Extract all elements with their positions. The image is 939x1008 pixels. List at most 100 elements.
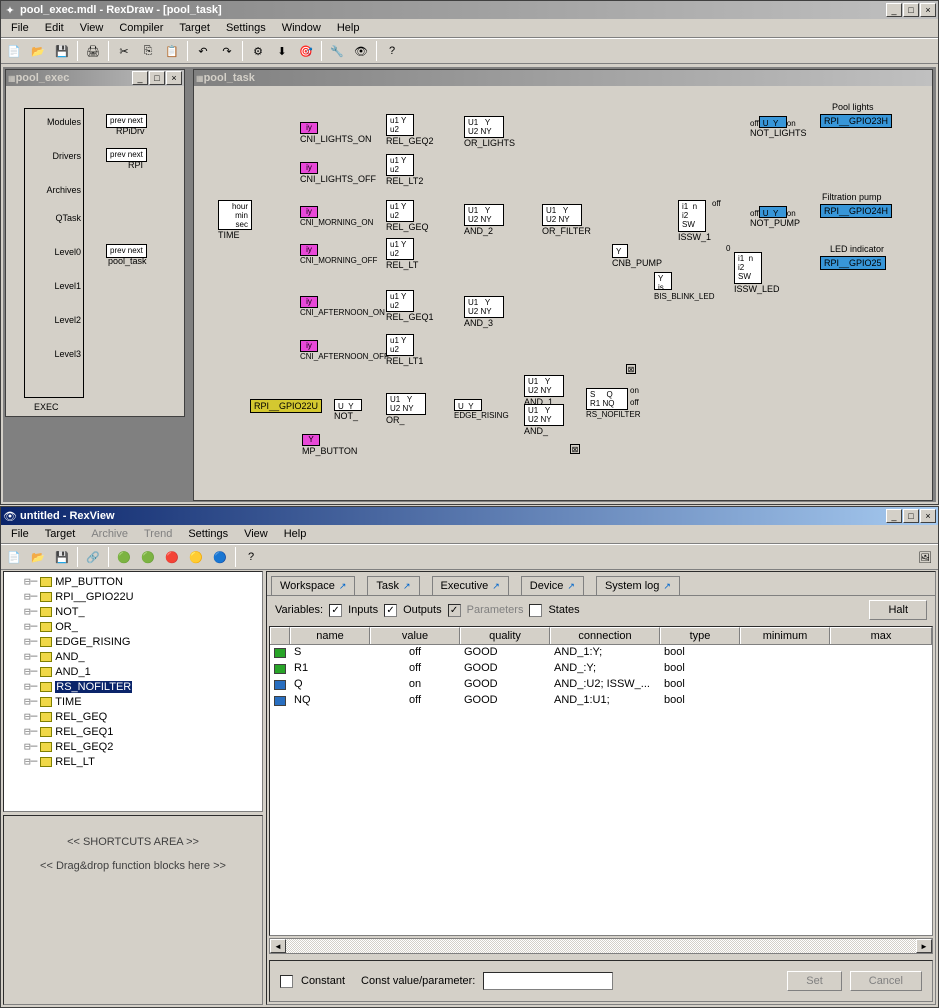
close-button[interactable]: × [920,509,936,523]
print-icon[interactable]: 🖨 [82,40,104,62]
rpi-gpio24h[interactable]: RPI__GPIO24H [820,206,892,216]
target-icon[interactable]: 🎯 [295,40,317,62]
minimize-button[interactable]: _ [886,509,902,523]
tree-item[interactable]: ⊟─OR_ [6,619,260,634]
rel-block[interactable]: u1 Yu2 [386,154,414,176]
tree-item[interactable]: ⊟─REL_GEQ [6,709,260,724]
col-value[interactable]: value [370,627,460,644]
pool-task-titlebar[interactable]: ▦ pool_task [194,70,932,86]
col-quality[interactable]: quality [460,627,550,644]
and-block[interactable]: U1 YU2 NY [464,204,504,226]
rel-block[interactable]: u1 Yu2 [386,238,414,260]
const-value-input[interactable] [483,972,613,990]
table-row[interactable]: SoffGOODAND_1:Y;bool [270,645,932,661]
table-row[interactable]: R1offGOODAND_:Y;bool [270,661,932,677]
menu-settings[interactable]: Settings [218,20,274,36]
target3-icon[interactable]: 🔴 [161,546,183,568]
tree-item[interactable]: ⊟─REL_LT [6,754,260,769]
minimize-button[interactable]: _ [886,3,902,17]
rpi-gpio25[interactable]: RPI__GPIO25 [820,258,886,268]
copy-icon[interactable]: ⎘ [137,40,159,62]
menu-trend[interactable]: Trend [136,526,180,542]
col-connection[interactable]: connection [550,627,660,644]
target4-icon[interactable]: 🟡 [185,546,207,568]
tab-device[interactable]: Device↗ [521,576,584,595]
outputs-checkbox[interactable] [384,604,397,617]
variable-grid[interactable]: name value quality connection type minim… [269,626,933,936]
new-icon[interactable]: 📄 [3,546,25,568]
rel-block[interactable]: u1 Yu2 [386,290,414,312]
and-block[interactable]: U1 YU2 NY [524,375,564,397]
new-icon[interactable]: 📄 [3,40,25,62]
tab-executive[interactable]: Executive↗ [432,576,509,595]
or-block[interactable]: U1 YU2 NY [464,116,504,138]
tree-item[interactable]: ⊟─AND_ [6,649,260,664]
scroll-left-icon[interactable]: ◄ [270,939,286,953]
tab-workspace[interactable]: Workspace↗ [271,576,355,595]
rel-block[interactable]: u1 Yu2 [386,334,414,356]
cni-block[interactable]: iy [300,244,318,256]
target2-icon[interactable]: 🟢 [137,546,159,568]
target5-icon[interactable]: 🔵 [209,546,231,568]
pool-task-window[interactable]: ▦ pool_task iyCNI_LIGHTS_ON iyCNI_LIGHTS… [193,69,933,501]
open-icon[interactable]: 📂 [27,40,49,62]
cancel-button[interactable]: Cancel [850,971,922,991]
cni-block[interactable]: iy [300,206,318,218]
pool-exec-titlebar[interactable]: ▦ pool_exec _ □ × [6,70,184,86]
close-button[interactable]: × [166,71,182,85]
not-block[interactable]: U Y [759,206,787,218]
inputs-checkbox[interactable] [329,604,342,617]
rs-block[interactable]: S QR1 NQ [586,388,628,410]
redo-icon[interactable]: ↷ [216,40,238,62]
tree-item[interactable]: ⊟─TIME [6,694,260,709]
cni-block[interactable]: iy [300,122,318,134]
exec-block[interactable]: Modules Drivers Archives QTask Level0 Le… [24,108,84,398]
col-name[interactable]: name [290,627,370,644]
menu-target[interactable]: Target [171,20,218,36]
tree-item[interactable]: ⊟─REL_GEQ1 [6,724,260,739]
set-button[interactable]: Set [787,971,842,991]
h-scrollbar[interactable]: ◄ ► [269,938,933,954]
menu-view[interactable]: View [72,20,112,36]
rexview-titlebar[interactable]: 👁 untitled - RexView _ □ × [1,507,938,525]
menu-help[interactable]: Help [329,20,368,36]
col-minimum[interactable]: minimum [740,627,830,644]
save-icon[interactable]: 💾 [51,546,73,568]
issw-block[interactable]: i1 ni2SW [678,200,706,232]
constant-checkbox[interactable] [280,975,293,988]
menu-help[interactable]: Help [276,526,315,542]
rel-block[interactable]: u1 Yu2 [386,200,414,222]
parameters-checkbox[interactable] [448,604,461,617]
block-tree[interactable]: ⊟─MP_BUTTON⊟─RPI__GPIO22U⊟─NOT_⊟─OR_⊟─ED… [3,571,263,812]
menu-edit[interactable]: Edit [37,20,72,36]
download-icon[interactable]: ⬇ [271,40,293,62]
tree-item[interactable]: ⊟─RPI__GPIO22U [6,589,260,604]
shortcuts-area[interactable]: << SHORTCUTS AREA >> << Drag&drop functi… [3,815,263,1005]
tree-item[interactable]: ⊟─NOT_ [6,604,260,619]
rexdraw-titlebar[interactable]: ✦ pool_exec.mdl - RexDraw - [pool_task] … [1,1,938,19]
maximize-button[interactable]: □ [149,71,165,85]
tree-item[interactable]: ⊟─RS_NOFILTER [6,679,260,694]
or-block[interactable]: U1 YU2 NY [542,204,582,226]
tree-item[interactable]: ⊟─MP_BUTTON [6,574,260,589]
and-block[interactable]: U1 YU2 NY [524,404,564,426]
target1-icon[interactable]: 🟢 [113,546,135,568]
monitor-icon[interactable]: 👁 [350,40,372,62]
tree-item[interactable]: ⊟─AND_1 [6,664,260,679]
minimize-button[interactable]: _ [132,71,148,85]
time-block[interactable]: hourminsec [218,200,252,230]
task-canvas[interactable]: iyCNI_LIGHTS_ON iyCNI_LIGHTS_OFF u1 Yu2R… [194,86,932,500]
undo-icon[interactable]: ↶ [192,40,214,62]
table-row[interactable]: NQoffGOODAND_1:U1;bool [270,693,932,709]
help-icon[interactable]: ? [381,40,403,62]
tree-item[interactable]: ⊟─EDGE_RISING [6,634,260,649]
cni-block[interactable]: iy [300,340,318,352]
menu-view[interactable]: View [236,526,276,542]
exec-canvas[interactable]: Modules Drivers Archives QTask Level0 Le… [6,86,184,416]
close-button[interactable]: × [920,3,936,17]
mp-block[interactable]: Y [302,434,320,446]
menu-archive[interactable]: Archive [83,526,136,542]
issw-block[interactable]: i1 ni2SW [734,252,762,284]
cni-block[interactable]: iy [300,162,318,174]
tab-systemlog[interactable]: System log↗ [596,576,680,595]
